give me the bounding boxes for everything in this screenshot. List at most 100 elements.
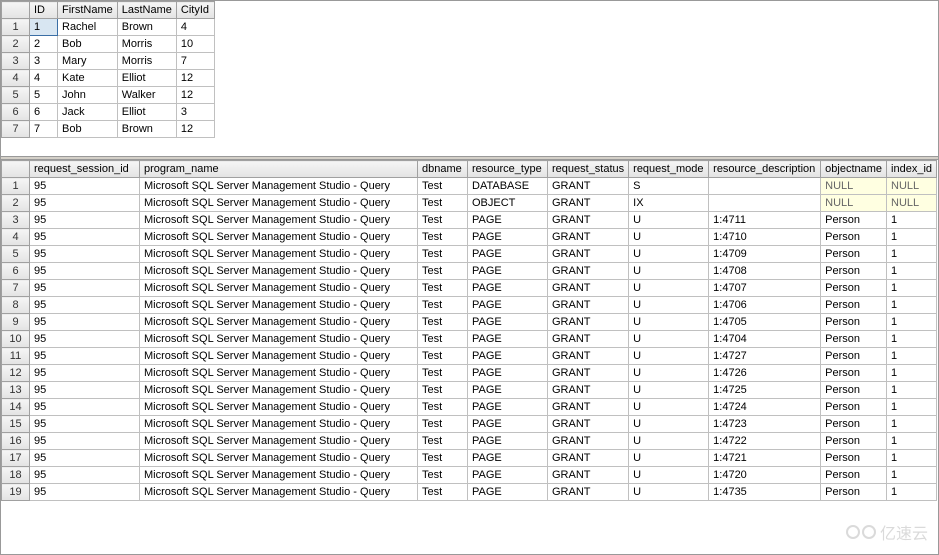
cell-objectname[interactable]: Person <box>821 297 887 314</box>
cell-resource-description[interactable]: 1:4726 <box>709 365 821 382</box>
row-number[interactable]: 7 <box>2 280 30 297</box>
col-header-lastname[interactable]: LastName <box>117 2 176 19</box>
cell-request-session-id[interactable]: 95 <box>30 229 140 246</box>
cell-request-session-id[interactable]: 95 <box>30 263 140 280</box>
cell-dbname[interactable]: Test <box>418 297 468 314</box>
cell-resource-type[interactable]: DATABASE <box>468 178 548 195</box>
row-number[interactable]: 3 <box>2 212 30 229</box>
cell-id[interactable]: 7 <box>30 121 58 138</box>
cell-request-mode[interactable]: U <box>629 331 709 348</box>
cell-resource-description[interactable]: 1:4708 <box>709 263 821 280</box>
cell-request-status[interactable]: GRANT <box>548 229 629 246</box>
cell-request-status[interactable]: GRANT <box>548 263 629 280</box>
cell-objectname[interactable]: Person <box>821 246 887 263</box>
col-header-resource-description[interactable]: resource_description <box>709 161 821 178</box>
col-header-firstname[interactable]: FirstName <box>58 2 118 19</box>
cell-cityid[interactable]: 7 <box>176 53 214 70</box>
cell-index-id[interactable]: 1 <box>887 399 937 416</box>
cell-program-name[interactable]: Microsoft SQL Server Management Studio -… <box>140 433 418 450</box>
table-row[interactable]: 1595Microsoft SQL Server Management Stud… <box>2 416 937 433</box>
cell-request-mode[interactable]: U <box>629 280 709 297</box>
cell-resource-type[interactable]: PAGE <box>468 467 548 484</box>
cell-index-id[interactable]: 1 <box>887 331 937 348</box>
cell-resource-description[interactable]: 1:4710 <box>709 229 821 246</box>
cell-firstname[interactable]: Jack <box>58 104 118 121</box>
cell-resource-description[interactable]: 1:4727 <box>709 348 821 365</box>
cell-firstname[interactable]: Bob <box>58 121 118 138</box>
cell-request-session-id[interactable]: 95 <box>30 297 140 314</box>
cell-request-mode[interactable]: S <box>629 178 709 195</box>
row-number[interactable]: 9 <box>2 314 30 331</box>
cell-program-name[interactable]: Microsoft SQL Server Management Studio -… <box>140 246 418 263</box>
table-row[interactable]: 22BobMorris10 <box>2 36 215 53</box>
cell-program-name[interactable]: Microsoft SQL Server Management Studio -… <box>140 382 418 399</box>
cell-request-session-id[interactable]: 95 <box>30 416 140 433</box>
cell-index-id[interactable]: 1 <box>887 212 937 229</box>
row-number[interactable]: 5 <box>2 246 30 263</box>
row-number[interactable]: 4 <box>2 229 30 246</box>
cell-request-session-id[interactable]: 95 <box>30 399 140 416</box>
cell-dbname[interactable]: Test <box>418 365 468 382</box>
cell-index-id[interactable]: 1 <box>887 246 937 263</box>
table-row[interactable]: 1295Microsoft SQL Server Management Stud… <box>2 365 937 382</box>
cell-resource-description[interactable]: 1:4722 <box>709 433 821 450</box>
cell-objectname[interactable]: Person <box>821 399 887 416</box>
col-header-request-session-id[interactable]: request_session_id <box>30 161 140 178</box>
col-header-index-id[interactable]: index_id <box>887 161 937 178</box>
table-row[interactable]: 55JohnWalker12 <box>2 87 215 104</box>
table-row[interactable]: 44KateElliot12 <box>2 70 215 87</box>
cell-objectname[interactable]: Person <box>821 467 887 484</box>
cell-request-session-id[interactable]: 95 <box>30 195 140 212</box>
cell-objectname[interactable]: Person <box>821 280 887 297</box>
cell-program-name[interactable]: Microsoft SQL Server Management Studio -… <box>140 229 418 246</box>
cell-request-session-id[interactable]: 95 <box>30 212 140 229</box>
cell-request-status[interactable]: GRANT <box>548 178 629 195</box>
cell-lastname[interactable]: Elliot <box>117 70 176 87</box>
cell-request-mode[interactable]: U <box>629 348 709 365</box>
col-header-program-name[interactable]: program_name <box>140 161 418 178</box>
cell-request-session-id[interactable]: 95 <box>30 178 140 195</box>
row-number[interactable]: 16 <box>2 433 30 450</box>
top-results-grid[interactable]: ID FirstName LastName CityId 11RachelBro… <box>1 1 215 138</box>
table-row[interactable]: 1195Microsoft SQL Server Management Stud… <box>2 348 937 365</box>
cell-program-name[interactable]: Microsoft SQL Server Management Studio -… <box>140 314 418 331</box>
col-header-id[interactable]: ID <box>30 2 58 19</box>
row-number[interactable]: 13 <box>2 382 30 399</box>
cell-request-mode[interactable]: U <box>629 382 709 399</box>
row-number[interactable]: 15 <box>2 416 30 433</box>
cell-resource-description[interactable]: 1:4706 <box>709 297 821 314</box>
row-number[interactable]: 6 <box>2 263 30 280</box>
grid-corner[interactable] <box>2 161 30 178</box>
cell-objectname[interactable]: Person <box>821 450 887 467</box>
cell-request-status[interactable]: GRANT <box>548 348 629 365</box>
cell-id[interactable]: 1 <box>30 19 58 36</box>
cell-dbname[interactable]: Test <box>418 450 468 467</box>
cell-resource-type[interactable]: PAGE <box>468 450 548 467</box>
cell-request-session-id[interactable]: 95 <box>30 314 140 331</box>
table-row[interactable]: 295Microsoft SQL Server Management Studi… <box>2 195 937 212</box>
cell-resource-description[interactable]: 1:4707 <box>709 280 821 297</box>
cell-lastname[interactable]: Brown <box>117 121 176 138</box>
cell-program-name[interactable]: Microsoft SQL Server Management Studio -… <box>140 212 418 229</box>
cell-request-mode[interactable]: U <box>629 467 709 484</box>
cell-request-status[interactable]: GRANT <box>548 280 629 297</box>
cell-request-mode[interactable]: U <box>629 365 709 382</box>
cell-resource-description[interactable]: 1:4705 <box>709 314 821 331</box>
cell-program-name[interactable]: Microsoft SQL Server Management Studio -… <box>140 399 418 416</box>
cell-request-status[interactable]: GRANT <box>548 450 629 467</box>
cell-request-status[interactable]: GRANT <box>548 467 629 484</box>
row-number[interactable]: 2 <box>2 195 30 212</box>
cell-request-mode[interactable]: U <box>629 314 709 331</box>
cell-request-session-id[interactable]: 95 <box>30 450 140 467</box>
cell-resource-type[interactable]: PAGE <box>468 382 548 399</box>
cell-resource-type[interactable]: PAGE <box>468 433 548 450</box>
cell-request-mode[interactable]: U <box>629 229 709 246</box>
cell-request-status[interactable]: GRANT <box>548 416 629 433</box>
cell-resource-type[interactable]: PAGE <box>468 280 548 297</box>
cell-program-name[interactable]: Microsoft SQL Server Management Studio -… <box>140 450 418 467</box>
cell-dbname[interactable]: Test <box>418 246 468 263</box>
cell-resource-description[interactable]: 1:4724 <box>709 399 821 416</box>
cell-program-name[interactable]: Microsoft SQL Server Management Studio -… <box>140 365 418 382</box>
cell-request-session-id[interactable]: 95 <box>30 331 140 348</box>
cell-objectname[interactable]: NULL <box>821 178 887 195</box>
